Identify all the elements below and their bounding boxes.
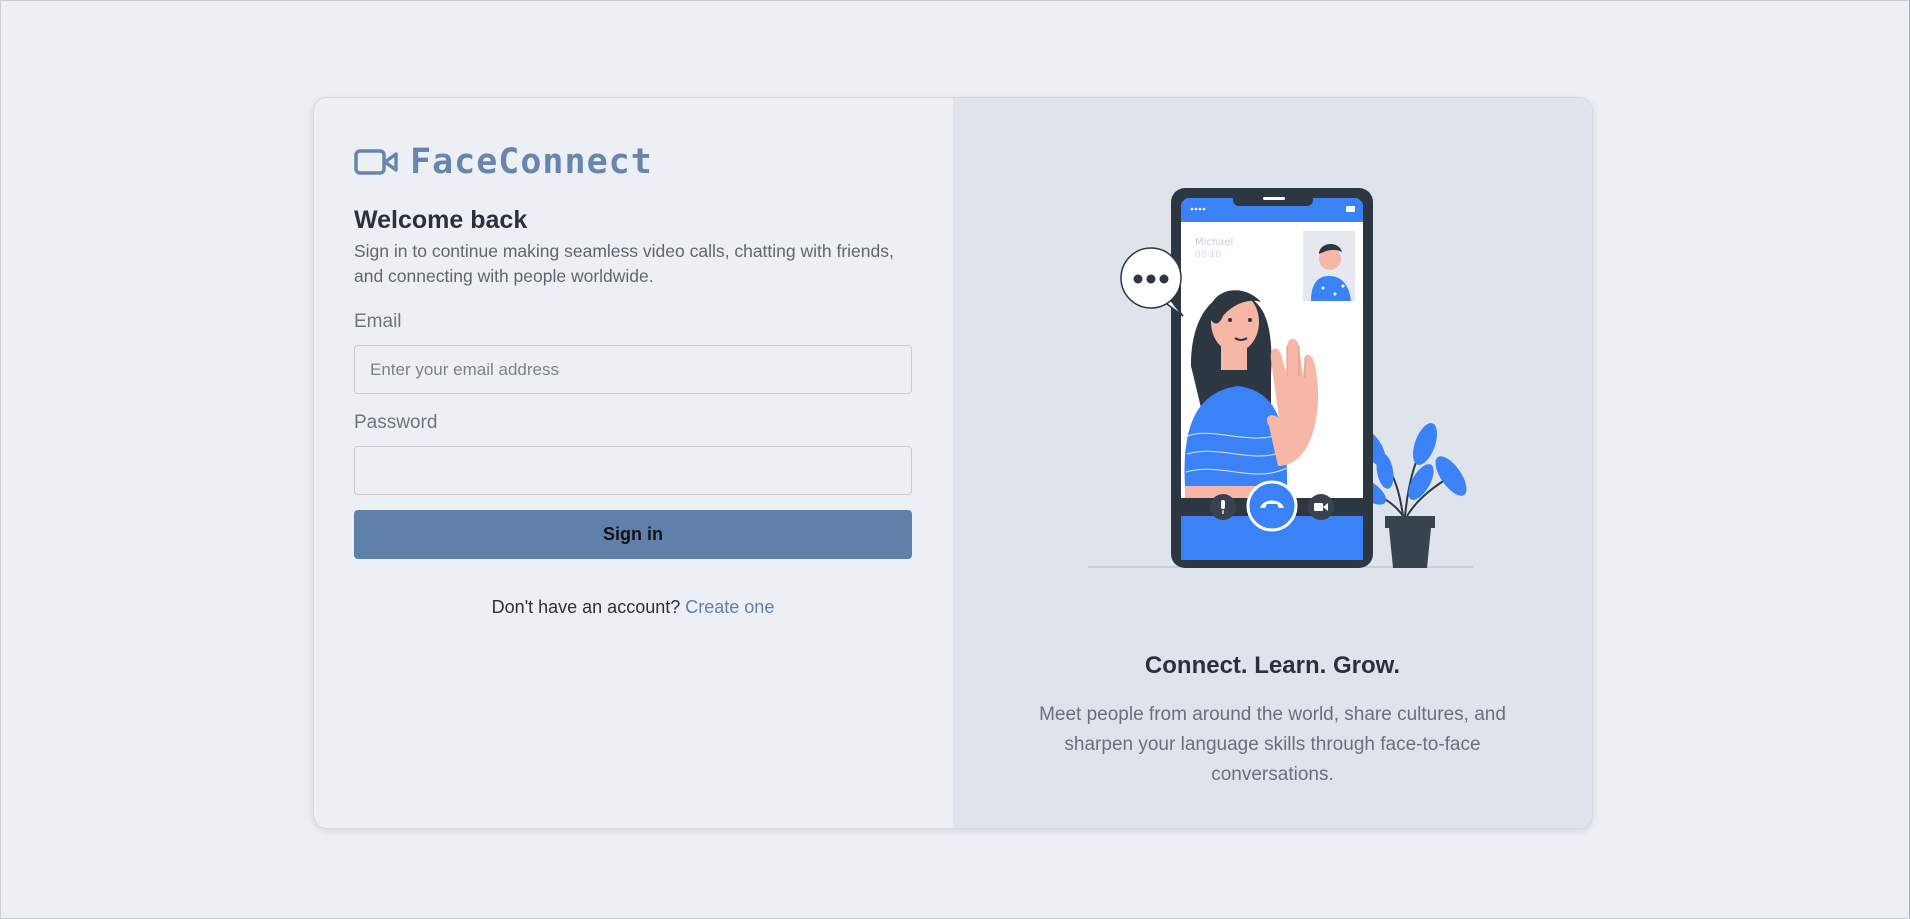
video-call-illustration: Michael 00:10: [1088, 188, 1473, 568]
page-subtitle: Sign in to continue making seamless vide…: [354, 241, 894, 286]
brand-name: FaceConnect: [410, 142, 653, 182]
promo-description: Meet people from around the world, share…: [1039, 704, 1506, 785]
brand-logo: FaceConnect: [354, 142, 913, 182]
signin-panel: FaceConnect Welcome back Sign in to cont…: [314, 98, 953, 828]
password-field[interactable]: [354, 446, 912, 495]
login-card: FaceConnect Welcome back Sign in to cont…: [313, 97, 1593, 829]
email-label: Email: [354, 311, 402, 332]
create-account-link[interactable]: Create one: [685, 597, 774, 617]
no-account-text: Don't have an account?: [491, 597, 681, 617]
promo-tagline: Connect. Learn. Grow.: [1144, 652, 1401, 679]
sign-in-button[interactable]: Sign in: [354, 510, 912, 559]
promo-panel: Michael 00:10 Connect. Learn. Grow. Meet…: [953, 98, 1592, 828]
email-field[interactable]: [354, 345, 912, 394]
page-title: Welcome back: [354, 206, 528, 234]
caller-name: Michael: [1195, 237, 1233, 248]
call-time: 00:10: [1195, 250, 1221, 260]
password-label: Password: [354, 412, 438, 433]
signup-prompt: Don't have an account? Create one: [354, 597, 912, 618]
page-background: FaceConnect Welcome back Sign in to cont…: [0, 0, 1910, 919]
video-camera-icon: [354, 149, 398, 175]
